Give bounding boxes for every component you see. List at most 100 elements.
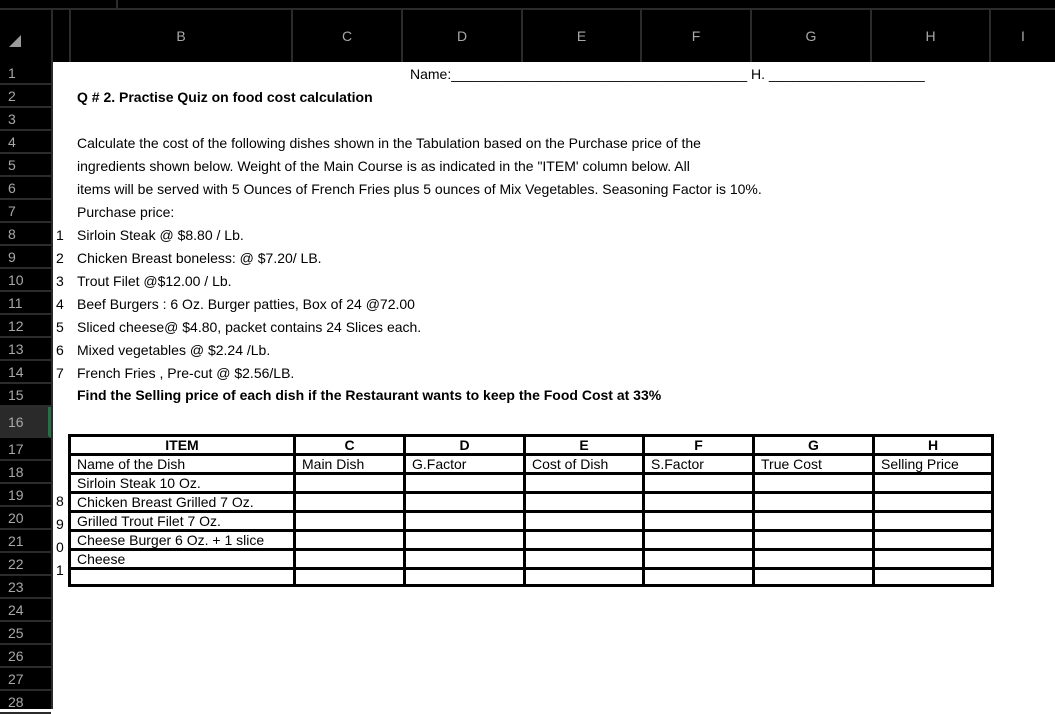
- value-cell[interactable]: [403, 548, 526, 570]
- value-cell[interactable]: [523, 510, 645, 532]
- row-header-24[interactable]: 24: [0, 599, 51, 622]
- row-header-27[interactable]: 27: [0, 668, 51, 691]
- row-header-11[interactable]: 11: [0, 292, 51, 315]
- column-header-e[interactable]: E: [523, 10, 642, 62]
- value-cell[interactable]: [293, 510, 406, 532]
- letter-cell[interactable]: G: [752, 434, 875, 456]
- value-cell[interactable]: [403, 529, 526, 551]
- value-cell[interactable]: [293, 567, 406, 587]
- name-line: Name:___________________________________…: [410, 66, 925, 82]
- row-header-17[interactable]: 17: [0, 438, 51, 461]
- value-cell[interactable]: [872, 548, 994, 570]
- letter-cell[interactable]: H: [872, 434, 994, 456]
- letter-cell[interactable]: D: [403, 434, 526, 456]
- value-cell[interactable]: [872, 567, 994, 587]
- value-cell[interactable]: [403, 472, 526, 494]
- value-cell[interactable]: [642, 510, 755, 532]
- header-cell[interactable]: G.Factor: [403, 453, 526, 475]
- price-item: Sirloin Steak @ $8.80 / Lb.: [77, 227, 244, 243]
- row-header-19[interactable]: 19: [0, 484, 51, 507]
- column-header-b[interactable]: B: [71, 10, 293, 62]
- value-cell[interactable]: [293, 491, 406, 513]
- column-header-a[interactable]: [53, 10, 71, 62]
- value-cell[interactable]: [642, 567, 755, 587]
- row-header-20[interactable]: 20: [0, 507, 51, 530]
- row-header-14[interactable]: 14: [0, 361, 51, 384]
- row-header-5[interactable]: 5: [0, 154, 51, 177]
- dish-name-cell[interactable]: Chicken Breast Grilled 7 Oz.: [68, 491, 296, 513]
- letter-cell[interactable]: C: [293, 434, 406, 456]
- row-header-bar: 1 2 3 4 5 6 7 8 9 10 11 12 13 14 15 16 17 18 19 20 21 22 23 24 2…: [0, 62, 53, 714]
- value-cell[interactable]: [293, 529, 406, 551]
- row-header-13[interactable]: 13: [0, 338, 51, 361]
- column-header-i[interactable]: I: [991, 10, 1055, 62]
- row-header-2[interactable]: 2: [0, 85, 51, 108]
- row-header-3[interactable]: 3: [0, 108, 51, 131]
- row-header-21[interactable]: 21: [0, 530, 51, 553]
- value-cell[interactable]: [523, 548, 645, 570]
- value-cell[interactable]: [403, 510, 526, 532]
- header-cell[interactable]: True Cost: [752, 453, 875, 475]
- select-all-button[interactable]: [0, 10, 53, 62]
- dish-name-cell[interactable]: [68, 567, 296, 587]
- worksheet[interactable]: Name:___________________________________…: [53, 62, 1055, 709]
- value-cell[interactable]: [752, 491, 875, 513]
- value-cell[interactable]: [872, 491, 994, 513]
- column-header-h[interactable]: H: [872, 10, 991, 62]
- dish-name-cell[interactable]: Grilled Trout Filet 7 Oz.: [68, 510, 296, 532]
- dish-name-cell[interactable]: Sirloin Steak 10 Oz.: [68, 472, 296, 494]
- row-header-28[interactable]: 28: [0, 691, 51, 714]
- row-header-6[interactable]: 6: [0, 177, 51, 200]
- header-cell[interactable]: S.Factor: [642, 453, 755, 475]
- column-header-c[interactable]: C: [293, 10, 403, 62]
- column-header-f[interactable]: F: [642, 10, 752, 62]
- row-header-7[interactable]: 7: [0, 200, 51, 223]
- row-header-18[interactable]: 18: [0, 461, 51, 484]
- value-cell[interactable]: [752, 567, 875, 587]
- value-cell[interactable]: [293, 472, 406, 494]
- column-header-d[interactable]: D: [403, 10, 523, 62]
- row-header-25[interactable]: 25: [0, 622, 51, 645]
- value-cell[interactable]: [523, 472, 645, 494]
- row-header-4[interactable]: 4: [0, 131, 51, 154]
- value-cell[interactable]: [642, 529, 755, 551]
- row-header-10[interactable]: 10: [0, 269, 51, 292]
- value-cell[interactable]: [523, 529, 645, 551]
- value-cell[interactable]: [523, 567, 645, 587]
- header-cell[interactable]: Selling Price: [872, 453, 994, 475]
- header-cell[interactable]: Cost of Dish: [523, 453, 645, 475]
- value-cell[interactable]: [403, 567, 526, 587]
- instruction-line: ingredients shown below. Weight of the M…: [77, 158, 690, 174]
- value-cell[interactable]: [872, 510, 994, 532]
- value-cell[interactable]: [403, 491, 526, 513]
- row-header-16[interactable]: 16: [0, 407, 51, 438]
- value-cell[interactable]: [752, 529, 875, 551]
- row-header-22[interactable]: 22: [0, 553, 51, 576]
- value-cell[interactable]: [642, 472, 755, 494]
- value-cell[interactable]: [752, 510, 875, 532]
- row-header-8[interactable]: 8: [0, 223, 51, 246]
- dish-name-cell[interactable]: Cheese Burger 6 Oz. + 1 slice: [68, 529, 296, 551]
- value-cell[interactable]: [523, 491, 645, 513]
- value-cell[interactable]: [642, 548, 755, 570]
- row-header-12[interactable]: 12: [0, 315, 51, 338]
- value-cell[interactable]: [752, 548, 875, 570]
- header-cell[interactable]: Name of the Dish: [68, 453, 296, 475]
- row-header-15[interactable]: 15: [0, 384, 51, 407]
- row-header-26[interactable]: 26: [0, 645, 51, 668]
- value-cell[interactable]: [642, 491, 755, 513]
- row-header-23[interactable]: 23: [0, 576, 51, 599]
- header-cell[interactable]: Main Dish: [293, 453, 406, 475]
- value-cell[interactable]: [872, 529, 994, 551]
- value-cell[interactable]: [293, 548, 406, 570]
- letter-cell[interactable]: ITEM: [68, 434, 296, 456]
- value-cell[interactable]: [872, 472, 994, 494]
- row-header-9[interactable]: 9: [0, 246, 51, 269]
- letter-cell[interactable]: F: [642, 434, 755, 456]
- row-header-1[interactable]: 1: [0, 62, 51, 85]
- dish-name-cell[interactable]: Cheese: [68, 548, 296, 570]
- column-header-g[interactable]: G: [752, 10, 872, 62]
- value-cell[interactable]: [752, 472, 875, 494]
- price-index: 1: [56, 227, 64, 243]
- letter-cell[interactable]: E: [523, 434, 645, 456]
